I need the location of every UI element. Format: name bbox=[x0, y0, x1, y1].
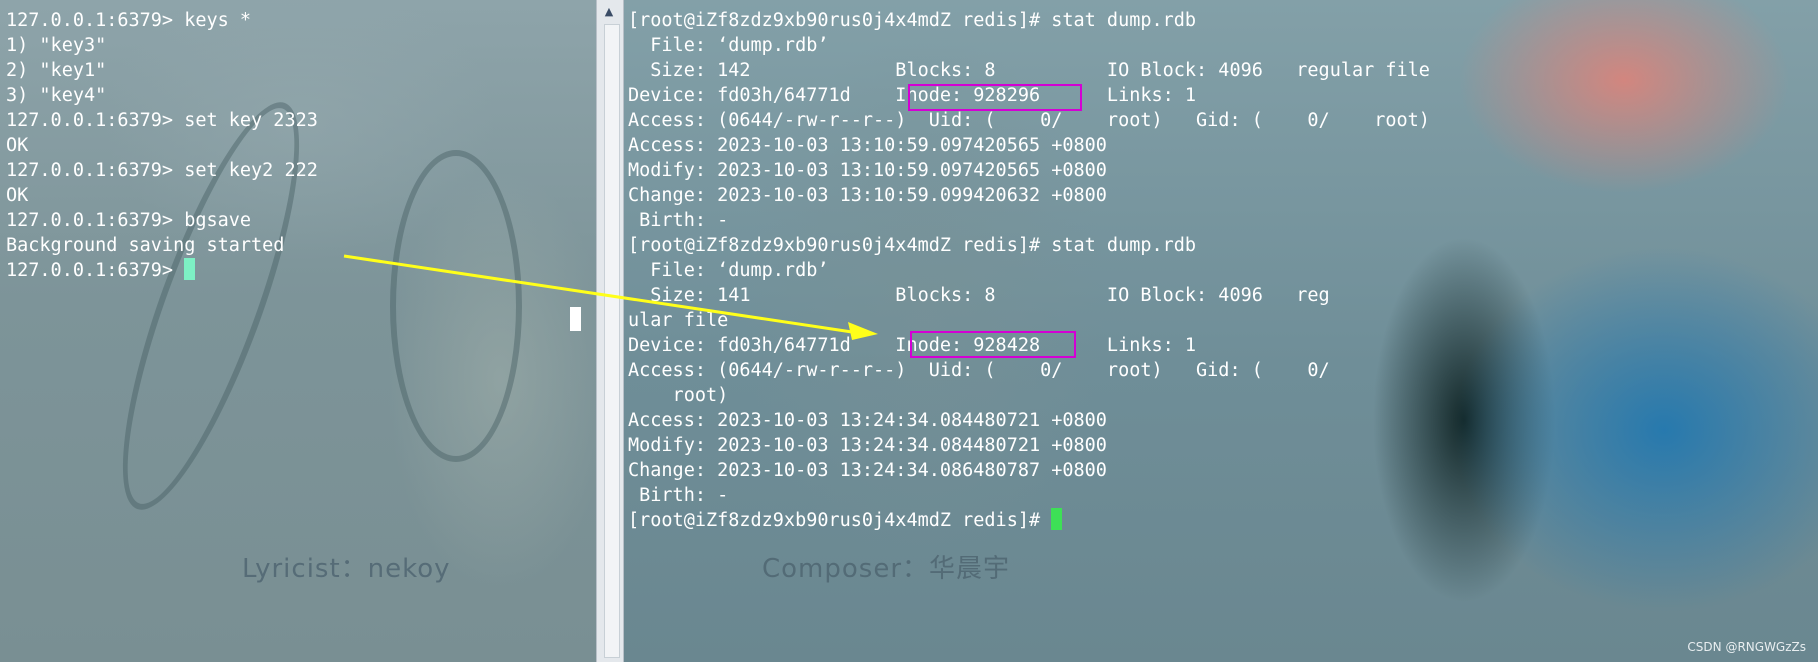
terminal-prompt-line[interactable]: [root@iZf8zdz9xb90rus0j4x4mdZ redis]# bbox=[628, 508, 1430, 533]
terminal-line: Access: (0644/-rw-r--r--) Uid: ( 0/ root… bbox=[628, 110, 1430, 131]
text-cursor bbox=[184, 258, 196, 280]
terminal-line: Birth: - bbox=[628, 210, 729, 231]
terminal-line: 127.0.0.1:6379> set key 2323 bbox=[6, 110, 318, 131]
terminal-line: Access: (0644/-rw-r--r--) Uid: ( 0/ root… bbox=[628, 360, 1330, 381]
terminal-line: Size: 142 Blocks: 8 IO Block: 4096 regul… bbox=[628, 60, 1430, 81]
terminal-line: OK bbox=[6, 135, 29, 156]
terminal-line: Access: 2023-10-03 13:24:34.084480721 +0… bbox=[628, 410, 1107, 431]
inode-highlight-box-after bbox=[910, 331, 1076, 358]
terminal-line: [root@iZf8zdz9xb90rus0j4x4mdZ redis]# st… bbox=[628, 10, 1197, 31]
terminal-line: File: ‘dump.rdb’ bbox=[628, 260, 829, 281]
background-lyricist-caption: Lyricist：nekoy bbox=[242, 554, 451, 584]
terminal-line: File: ‘dump.rdb’ bbox=[628, 35, 829, 56]
background-artwork-stroke bbox=[390, 150, 522, 462]
terminal-line: Background saving started bbox=[6, 235, 285, 256]
scrollbar-track[interactable] bbox=[604, 24, 620, 658]
terminal-prompt: [root@iZf8zdz9xb90rus0j4x4mdZ redis]# bbox=[628, 510, 1052, 531]
terminal-line: Modify: 2023-10-03 13:24:34.084480721 +0… bbox=[628, 435, 1107, 456]
terminal-line: 2) "key1" bbox=[6, 60, 107, 81]
terminal-line: 3) "key4" bbox=[6, 85, 107, 106]
terminal-line: 1) "key3" bbox=[6, 35, 107, 56]
scroll-up-icon[interactable]: ▲ bbox=[601, 4, 617, 20]
terminal-line: ular file bbox=[628, 310, 729, 331]
terminal-prompt-line[interactable]: 127.0.0.1:6379> bbox=[6, 258, 318, 283]
background-composer-caption: Composer：华晨宇 bbox=[762, 554, 1011, 584]
terminal-line: Birth: - bbox=[628, 485, 729, 506]
terminal-line: Change: 2023-10-03 13:10:59.099420632 +0… bbox=[628, 185, 1107, 206]
terminal-line: [root@iZf8zdz9xb90rus0j4x4mdZ redis]# st… bbox=[628, 235, 1197, 256]
terminal-line: Access: 2023-10-03 13:10:59.097420565 +0… bbox=[628, 135, 1107, 156]
terminal-line: 127.0.0.1:6379> keys * bbox=[6, 10, 252, 31]
terminal-line: Change: 2023-10-03 13:24:34.086480787 +0… bbox=[628, 460, 1107, 481]
terminal-line: OK bbox=[6, 185, 29, 206]
text-cursor bbox=[1051, 508, 1063, 530]
terminal-line: 127.0.0.1:6379> bgsave bbox=[6, 210, 252, 231]
terminal-line: Modify: 2023-10-03 13:10:59.097420565 +0… bbox=[628, 160, 1107, 181]
stray-cursor-block bbox=[570, 307, 581, 331]
watermark: CSDN @RNGWGzZs bbox=[1687, 640, 1806, 654]
terminal-line: Size: 141 Blocks: 8 IO Block: 4096 reg bbox=[628, 285, 1330, 306]
left-terminal-output: 127.0.0.1:6379> keys * 1) "key3" 2) "key1"… bbox=[6, 8, 318, 283]
inode-highlight-box-before bbox=[908, 84, 1082, 111]
terminal-prompt: 127.0.0.1:6379> bbox=[6, 260, 185, 281]
terminal-line: root) bbox=[628, 385, 729, 406]
terminal-line: 127.0.0.1:6379> set key2 222 bbox=[6, 160, 318, 181]
